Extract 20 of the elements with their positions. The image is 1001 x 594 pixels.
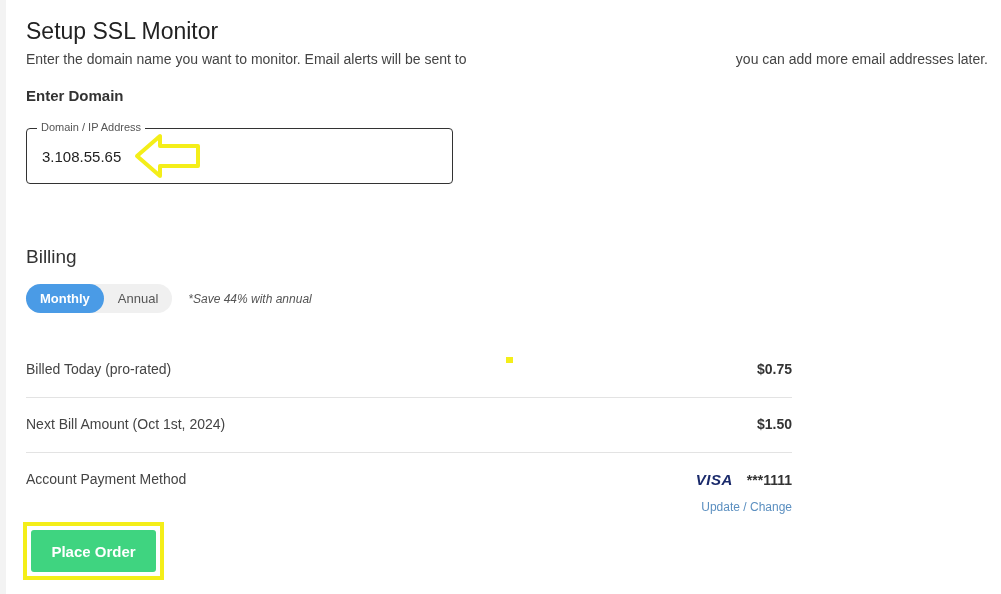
highlight-mark	[506, 357, 513, 363]
billing-amount: $1.50	[756, 416, 792, 432]
billing-period-tab[interactable]: Monthly	[26, 284, 104, 313]
page-title: Setup SSL Monitor	[26, 18, 220, 45]
billing-period-tab[interactable]: Annual	[103, 284, 173, 313]
intro-text: you can add more email addresses later.	[735, 51, 988, 67]
billing-amount: $0.75	[756, 361, 792, 377]
billing-label: Account Payment Method	[26, 471, 187, 487]
billing-label: Billed Today (pro-rated)	[26, 361, 172, 377]
savings-note: *Save 44% with annual	[188, 291, 312, 306]
section-heading: Enter Domain	[26, 87, 125, 104]
billing-label: Next Bill Amount (Oct 1st, 2024)	[26, 416, 226, 432]
card-brand-logo: VISA	[695, 471, 733, 488]
arrow-icon	[134, 133, 202, 179]
update-payment-link[interactable]: Update / Change	[701, 500, 792, 514]
field-label: Domain / IP Address	[37, 121, 146, 134]
card-number: ***1111	[746, 471, 792, 488]
place-order-button[interactable]: Place Order	[31, 530, 156, 572]
intro-text: Enter the domain name you want to monitor. Email alerts will be sent to	[26, 51, 467, 67]
section-heading: Billing	[26, 246, 78, 268]
